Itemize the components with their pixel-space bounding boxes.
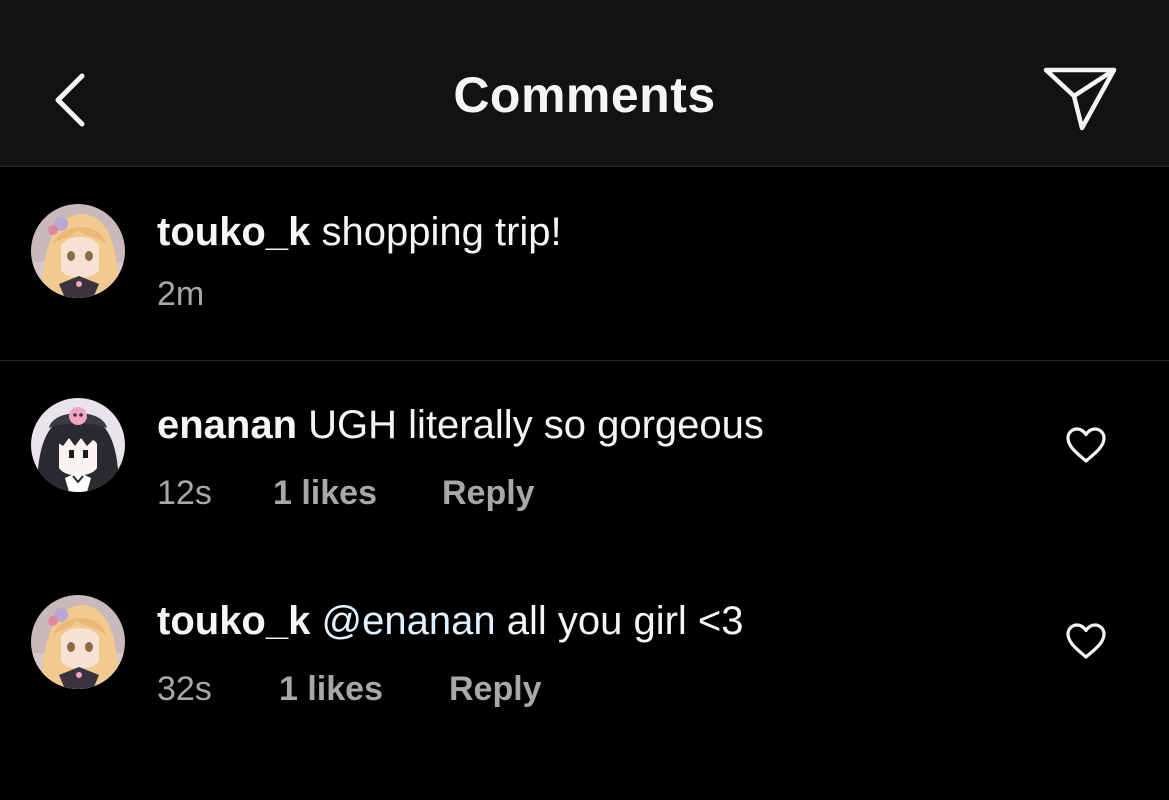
comment-likes-count[interactable]: 1 likes bbox=[273, 474, 377, 513]
like-button[interactable] bbox=[1061, 616, 1111, 666]
comments-header: Comments bbox=[0, 0, 1169, 167]
comment-username[interactable]: enanan bbox=[157, 403, 297, 447]
post-caption: touko_k shopping trip! 2m bbox=[0, 167, 1169, 361]
share-button[interactable] bbox=[1032, 56, 1128, 142]
comment-username[interactable]: touko_k bbox=[157, 599, 310, 643]
avatar[interactable] bbox=[31, 398, 125, 492]
comment-timestamp: 32s bbox=[157, 670, 212, 708]
comment-mention[interactable]: @enanan bbox=[321, 599, 495, 643]
page-title: Comments bbox=[453, 67, 716, 123]
comment-text-line: touko_k @enanan all you girl <3 bbox=[157, 599, 744, 644]
caption-line: touko_k shopping trip! bbox=[157, 210, 562, 255]
comment-timestamp: 12s bbox=[157, 474, 212, 512]
reply-button[interactable]: Reply bbox=[449, 670, 542, 709]
avatar[interactable] bbox=[31, 595, 125, 689]
caption-meta: 2m bbox=[157, 275, 204, 314]
comment-text: all you girl <3 bbox=[506, 599, 744, 643]
paper-plane-icon bbox=[1043, 67, 1117, 131]
heart-outline-icon bbox=[1066, 623, 1106, 659]
heart-outline-icon bbox=[1066, 427, 1106, 463]
comment-text-line: enanan UGH literally so gorgeous bbox=[157, 403, 764, 448]
blonde-anime-girl-avatar bbox=[31, 595, 125, 689]
comment-likes-count[interactable]: 1 likes bbox=[279, 670, 383, 709]
dark-hair-anime-girl-skull-hat-avatar bbox=[31, 398, 125, 492]
caption-timestamp: 2m bbox=[157, 275, 205, 313]
reply-button[interactable]: Reply bbox=[442, 474, 535, 513]
caption-username[interactable]: touko_k bbox=[157, 210, 310, 254]
caption-text: shopping trip! bbox=[321, 210, 562, 254]
like-button[interactable] bbox=[1061, 420, 1111, 470]
comment-text: UGH literally so gorgeous bbox=[308, 403, 764, 447]
blonde-anime-girl-avatar bbox=[31, 204, 125, 298]
avatar[interactable] bbox=[31, 204, 125, 298]
